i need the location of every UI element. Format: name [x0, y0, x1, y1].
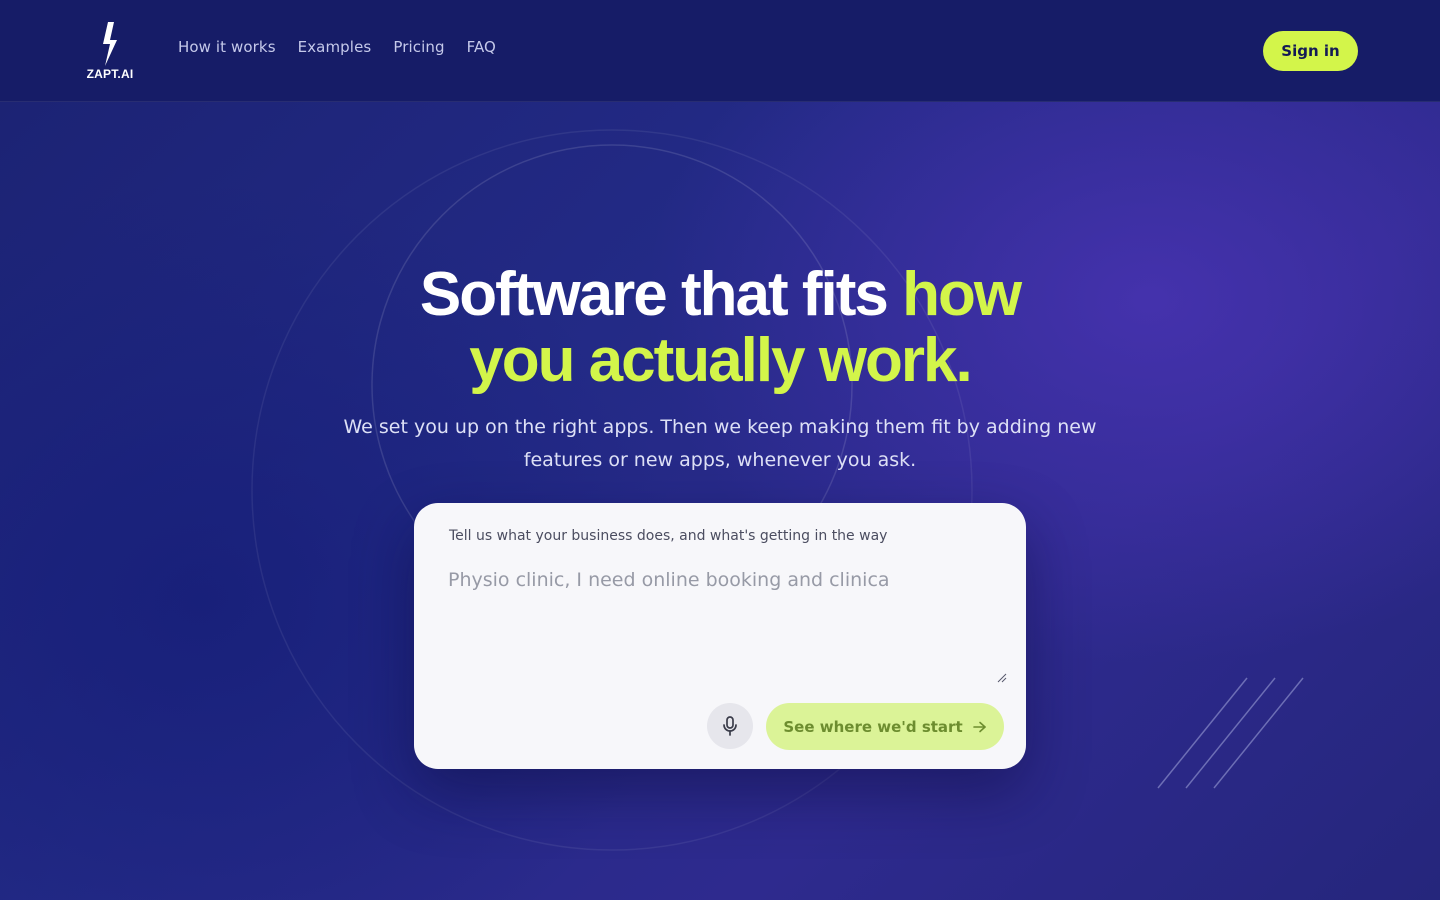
lightning-bolt-icon: [103, 22, 117, 66]
nav-link-pricing[interactable]: Pricing: [393, 38, 444, 56]
hero-title-white: Software that fits: [419, 260, 903, 329]
hero-subtitle: We set you up on the right apps. Then we…: [343, 416, 1097, 471]
brand-logo[interactable]: ZAPT.AI: [82, 22, 138, 82]
cta-label: See where we'd start: [783, 717, 963, 736]
business-description-input[interactable]: [448, 569, 1008, 685]
prompt-card: Tell us what your business does, and wha…: [414, 503, 1026, 769]
microphone-button[interactable]: [707, 703, 753, 749]
nav-link-how-it-works[interactable]: How it works: [178, 38, 276, 56]
hero-title-accent-how: how: [902, 260, 1022, 329]
hero-title-accent-work: you actually work.: [469, 326, 973, 395]
main-nav: How it works Examples Pricing FAQ: [178, 38, 496, 56]
nav-link-examples[interactable]: Examples: [298, 38, 372, 56]
sign-in-button[interactable]: Sign in: [1263, 31, 1358, 71]
hero-title: Software that fits how you actually work…: [0, 262, 1440, 394]
see-where-we-start-button[interactable]: See where we'd start: [766, 703, 1004, 750]
nav-link-faq[interactable]: FAQ: [467, 38, 496, 56]
brand-name: ZAPT.AI: [86, 67, 134, 81]
prompt-label: Tell us what your business does, and wha…: [449, 528, 888, 544]
resize-handle-icon[interactable]: [997, 673, 1007, 683]
arrow-right-icon: [972, 721, 986, 732]
microphone-icon: [723, 716, 737, 736]
site-header: ZAPT.AI How it works Examples Pricing FA…: [0, 0, 1440, 102]
